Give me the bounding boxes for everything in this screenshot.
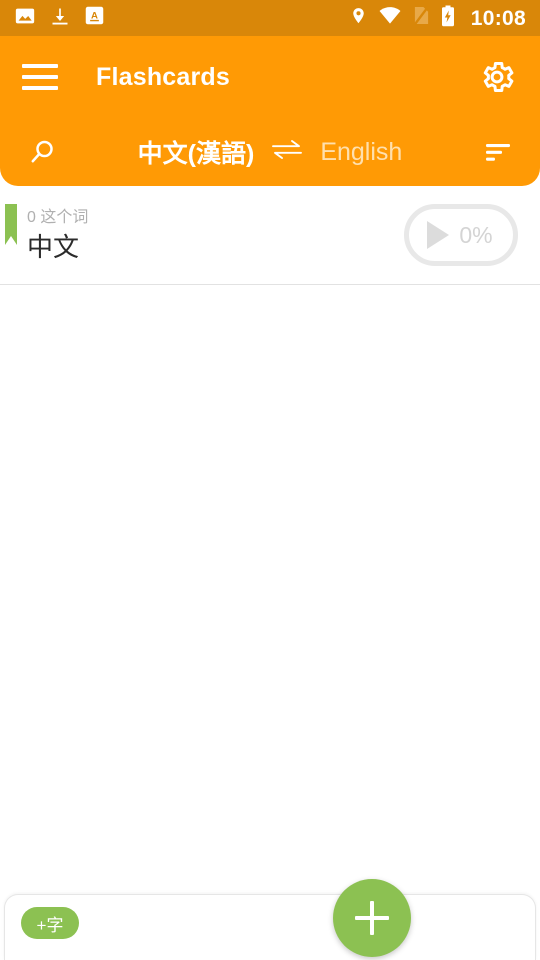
sort-icon[interactable]: [476, 130, 520, 174]
list-item-title: 中文: [27, 232, 80, 262]
list-item[interactable]: 0 这个词 中文 0%: [0, 186, 540, 285]
image-icon: [14, 5, 36, 32]
flashcard-deck-list[interactable]: 0 这个词 中文 0%: [0, 186, 540, 888]
wifi-icon: [378, 6, 402, 30]
language-selector-bar: 中文(漢語) English: [0, 118, 540, 186]
progress-percent-label: 0%: [459, 221, 493, 248]
page-title: Flashcards: [96, 62, 231, 91]
hamburger-menu-icon[interactable]: [22, 64, 58, 90]
status-bar: A 10:08: [0, 0, 540, 36]
app-bar: Flashcards 中文(漢語) English: [0, 36, 540, 186]
no-sim-icon: [413, 5, 430, 31]
location-icon: [350, 5, 367, 31]
play-progress-button[interactable]: 0%: [404, 204, 518, 266]
add-flashcard-fab[interactable]: [333, 879, 411, 957]
battery-charging-icon: [441, 5, 455, 32]
language-pair[interactable]: 中文(漢語) English: [64, 134, 476, 170]
play-icon: [427, 221, 450, 249]
app-root: A 10:08 Flashcards 中文(漢語) English 0 这个词 …: [0, 0, 540, 960]
list-item-texts: 0 这个词 中文: [27, 207, 88, 263]
list-item-subtitle: 0 这个词: [27, 209, 89, 226]
source-language-label[interactable]: 中文(漢語): [138, 134, 255, 170]
bookmark-ribbon-icon: [5, 204, 17, 245]
plus-icon-vertical: [370, 901, 374, 935]
app-bar-top-row: Flashcards: [0, 36, 540, 118]
status-bar-right-icons: 10:08: [350, 5, 526, 32]
download-icon: [50, 5, 70, 32]
bottom-bar: +字: [4, 894, 536, 960]
swap-horizontal-icon[interactable]: [270, 139, 304, 166]
search-icon[interactable]: [20, 130, 64, 174]
translate-a-icon: A: [84, 5, 105, 31]
gear-icon[interactable]: [476, 56, 518, 98]
add-character-button[interactable]: +字: [21, 907, 79, 939]
target-language-label[interactable]: English: [320, 138, 402, 167]
status-bar-left-icons: A: [14, 5, 105, 32]
status-bar-clock: 10:08: [470, 6, 526, 30]
